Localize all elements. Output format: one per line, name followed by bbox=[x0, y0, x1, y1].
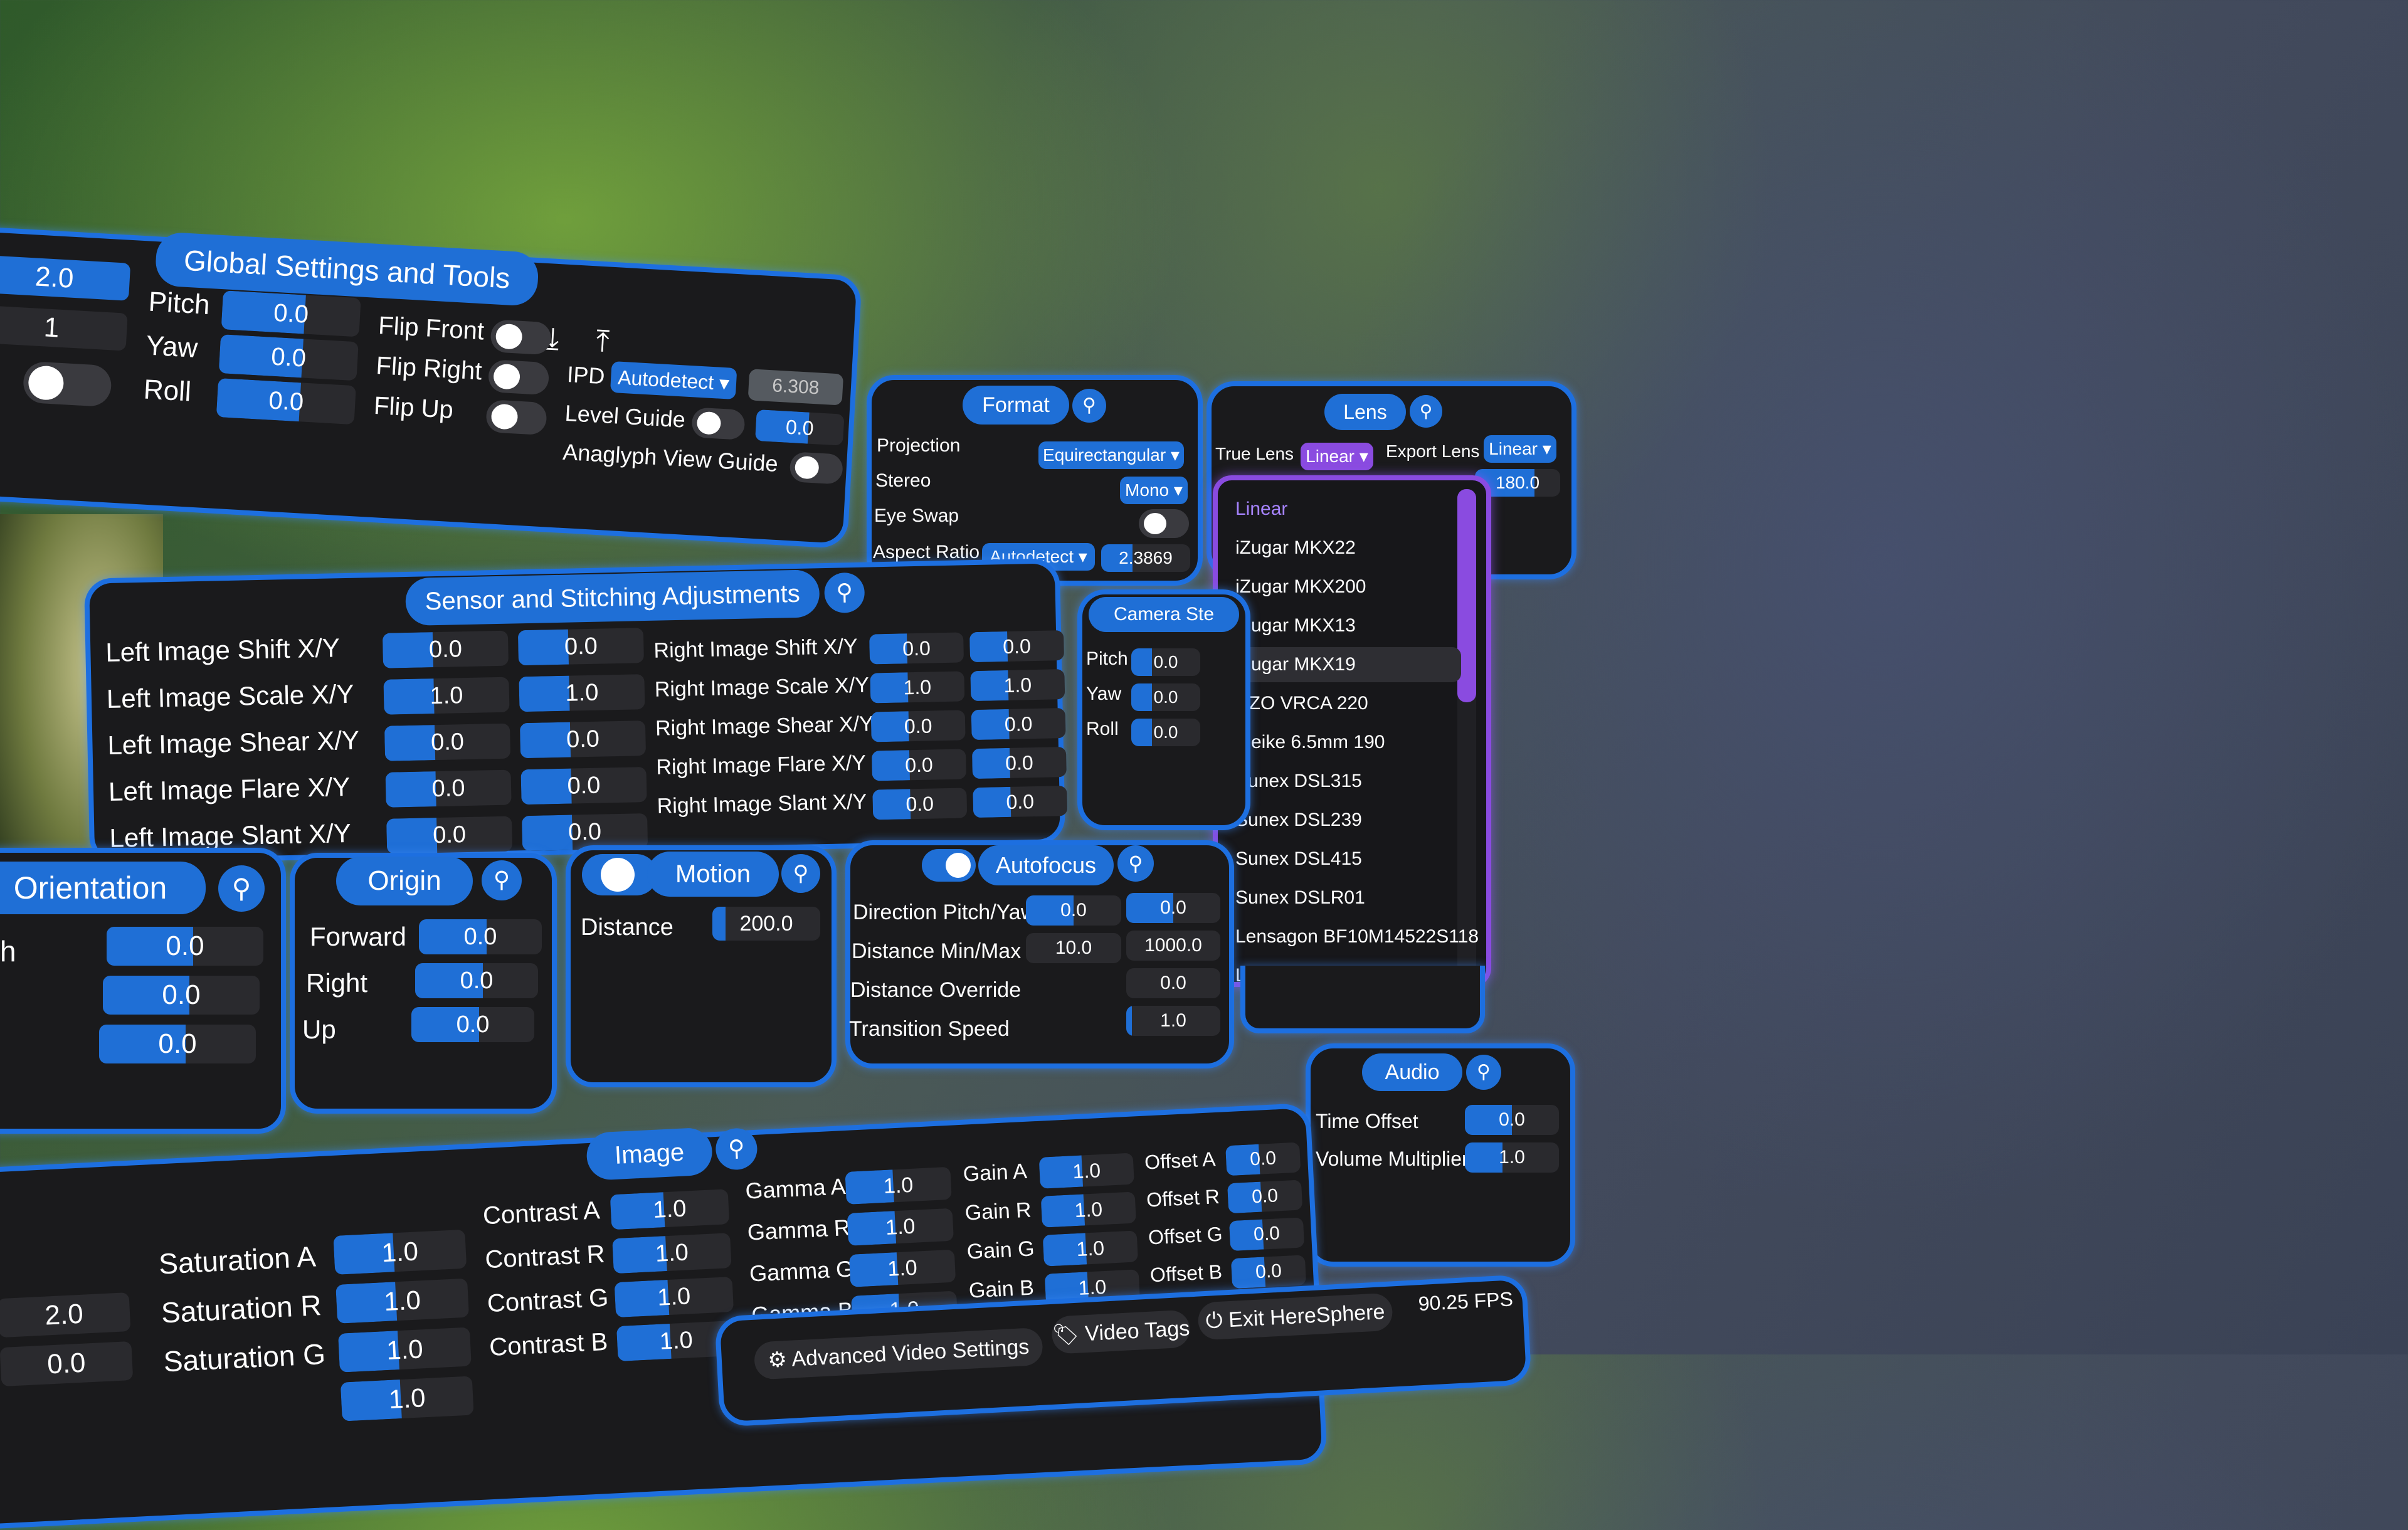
power-icon: ⏻ bbox=[1205, 1308, 1223, 1333]
fps-readout: 90.25 FPS bbox=[1417, 1287, 1514, 1316]
bottom-bar: ⚙ Advanced Video Settings 🏷 Video Tags ⏻… bbox=[0, 0, 2408, 1433]
tag-icon: 🏷 bbox=[1051, 1322, 1080, 1348]
video-tags-button[interactable]: 🏷 Video Tags bbox=[1051, 1309, 1191, 1354]
